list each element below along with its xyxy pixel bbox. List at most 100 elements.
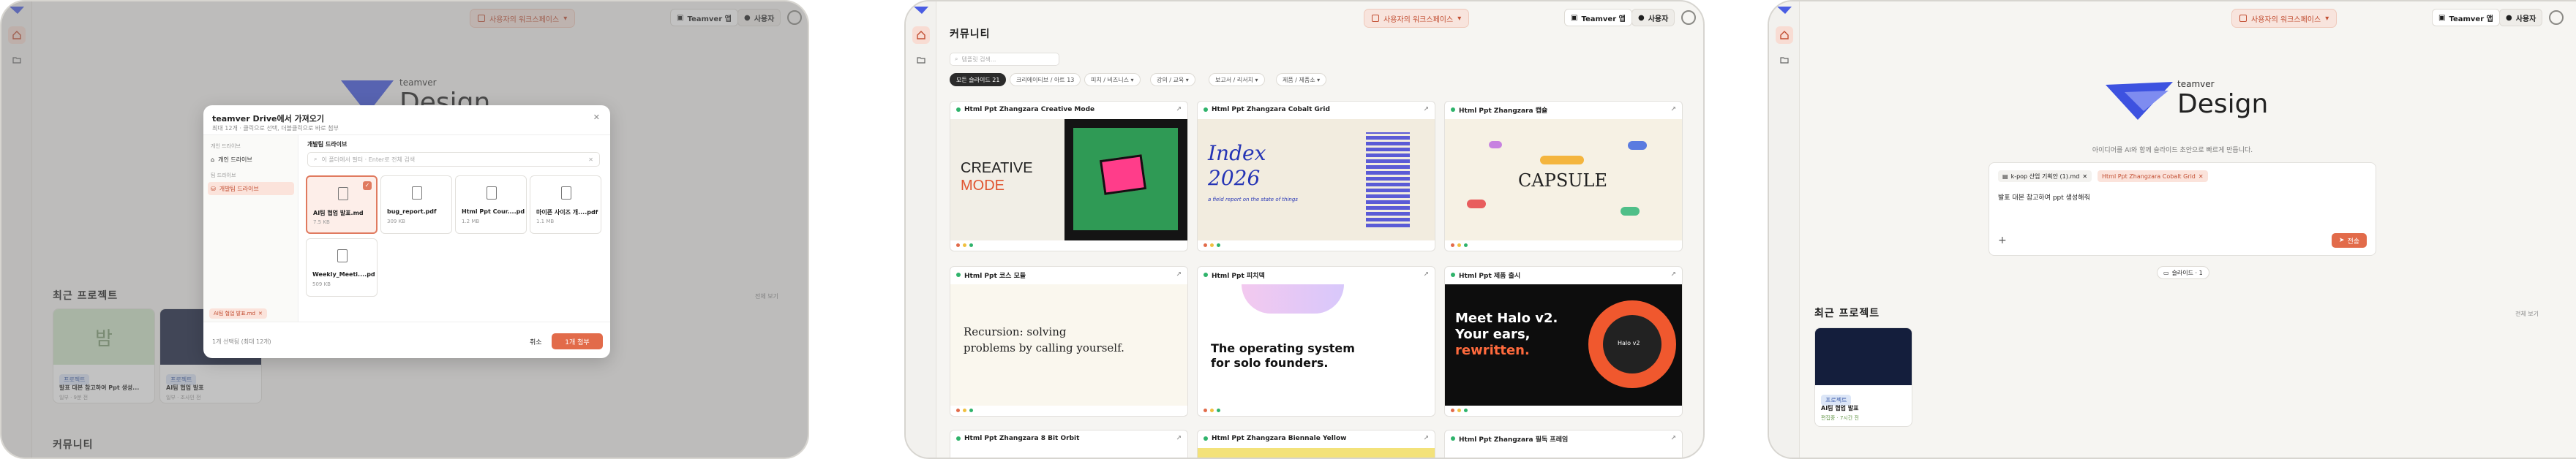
teamver-logo-icon: [1777, 7, 1792, 14]
template-search-input[interactable]: ⌕ 템플릿 검색...: [950, 53, 1059, 66]
cancel-button[interactable]: 취소: [522, 333, 549, 349]
external-link-icon[interactable]: ↗: [1176, 106, 1182, 113]
project-thumbnail: [1815, 328, 1912, 385]
prompt-input[interactable]: 발표 대본 참고하여 ppt 생성해줘: [1998, 192, 2090, 202]
template-name: Html Ppt Zhangzara 캡슐: [1459, 107, 1548, 115]
external-link-icon[interactable]: ↗: [1423, 435, 1429, 442]
app-icon: ▣: [2438, 13, 2446, 22]
personal-drive-item[interactable]: ⌂ 개인 드라이브: [208, 153, 294, 166]
filter-chip-creative[interactable]: 크리에이티브 / 아트 13: [1010, 73, 1081, 86]
external-link-icon[interactable]: ↗: [1670, 435, 1676, 442]
home-icon: [917, 31, 925, 39]
close-icon[interactable]: ✕: [593, 113, 600, 122]
workspace-selector[interactable]: 사용자의 워크스페이스 ▾: [2231, 9, 2337, 28]
home-nav-button[interactable]: [912, 26, 930, 44]
chevron-down-icon: ▾: [1457, 14, 1462, 23]
external-link-icon[interactable]: ↗: [1670, 271, 1676, 278]
folder-nav-button[interactable]: [1776, 51, 1793, 69]
template-header: Html Ppt Zhangzara 캡슐 ↗: [1445, 102, 1682, 118]
workspace-label: 사용자의 워크스페이스: [1383, 15, 1454, 24]
file-item[interactable]: Weekly_Meeti....pdf 509 KB: [306, 238, 378, 297]
workspace-label: 사용자의 워크스페이스: [2251, 15, 2321, 24]
template-card[interactable]: Html Ppt Zhangzara Cobalt Grid ↗ Index 20…: [1197, 101, 1435, 251]
user-button[interactable]: ● 사용자: [2499, 9, 2543, 26]
template-name: Html Ppt 코스 모듈: [964, 272, 1026, 280]
file-search-input[interactable]: ⌕ 이 폴더에서 필터 · Enter로 전체 검색 ✕: [307, 152, 600, 167]
settings-gear-icon[interactable]: [2549, 10, 2564, 25]
file-icon: [337, 249, 348, 262]
template-card[interactable]: Html Ppt Zhangzara Biennale Yellow ↗: [1197, 430, 1435, 458]
file-item[interactable]: ✓ AI팀 협업 발표.md 7.5 KB: [306, 175, 378, 234]
thumb-text: Index: [1208, 141, 1266, 165]
teamver-app-button[interactable]: ▣ Teamver 앱: [1564, 9, 1632, 26]
filter-chip-all[interactable]: 모든 슬라이드 21: [950, 73, 1007, 86]
filter-chip-product[interactable]: 제품 / 제품소 ▾: [1276, 73, 1327, 86]
remove-icon[interactable]: ✕: [258, 311, 263, 316]
workspace-icon: [1372, 15, 1379, 22]
view-all-link[interactable]: 전체 보기: [2515, 310, 2539, 318]
template-header: Html Ppt Zhangzara Biennale Yellow ↗: [1198, 430, 1435, 447]
status-dot: [956, 273, 961, 277]
filter-chip-pitch[interactable]: 피치 / 비즈니스 ▾: [1084, 73, 1141, 86]
filter-chip-report[interactable]: 보고서 / 리서치 ▾: [1209, 73, 1265, 86]
send-button[interactable]: ➤ 전송: [2331, 233, 2367, 248]
attached-file-chip[interactable]: AI팀 협업 발표.md ✕: [209, 308, 267, 319]
recent-project-card[interactable]: 프로젝트 AI팀 협업 발표 편집중 · 7시간 전: [1814, 327, 1912, 427]
status-dot: [1451, 273, 1455, 277]
template-card[interactable]: Html Ppt Zhangzara 8 Bit Orbit ↗: [950, 430, 1188, 458]
user-label: 사용자: [2515, 15, 2536, 23]
file-name: Weekly_Meeti....pdf: [312, 271, 375, 278]
workspace-selector[interactable]: 사용자의 워크스페이스 ▾: [1364, 9, 1470, 28]
template-header: Html Ppt Zhangzara Creative Mode ↗: [950, 102, 1187, 118]
status-dot: [1203, 436, 1208, 441]
user-icon: ●: [1638, 13, 1645, 22]
add-attachment-icon[interactable]: +: [1998, 235, 2007, 246]
external-link-icon[interactable]: ↗: [1423, 106, 1429, 113]
template-chip[interactable]: Html Ppt Zhangzara Cobalt Grid ✕: [2098, 170, 2208, 182]
home-nav-button[interactable]: [1776, 26, 1793, 44]
clear-icon[interactable]: ✕: [588, 156, 593, 163]
breadcrumb: 개발팀 드라이브: [307, 141, 348, 148]
teamver-app-button[interactable]: ▣ Teamver 앱: [2432, 9, 2500, 26]
attach-button[interactable]: 1개 첨부: [552, 333, 603, 349]
template-footer: [1203, 243, 1220, 247]
file-name: Html Ppt Cour....pdf: [462, 208, 525, 215]
folder-nav-button[interactable]: [912, 51, 930, 69]
file-item[interactable]: Html Ppt Cour....pdf 1.2 MB: [455, 175, 527, 234]
thumb-subtext: a field report on the state of things: [1208, 197, 1298, 202]
settings-gear-icon[interactable]: [1681, 10, 1696, 25]
file-size: 309 KB: [387, 219, 405, 224]
remove-icon[interactable]: ✕: [2082, 173, 2087, 180]
template-card[interactable]: Html Ppt Zhangzara 캡슐 ↗ CAPSULE: [1444, 101, 1683, 251]
user-button[interactable]: ● 사용자: [1631, 9, 1675, 26]
template-card[interactable]: Html Ppt Zhangzara Creative Mode ↗ CREATI…: [950, 101, 1188, 251]
file-name: 마이픈 사이즈 개....pdf: [536, 209, 598, 216]
search-icon: ⌕: [955, 56, 958, 62]
modal-title: teamver Drive에서 가져오기: [212, 114, 324, 124]
external-link-icon[interactable]: ↗: [1423, 271, 1429, 278]
attached-file-chip[interactable]: ▤ k-pop 산업 기획안 (1).md ✕: [1998, 170, 2092, 182]
external-link-icon[interactable]: ↗: [1176, 435, 1182, 442]
template-card[interactable]: Html Ppt Zhangzara 필독 프레임 ↗: [1444, 430, 1683, 458]
file-icon: [487, 186, 497, 200]
slides-icon: ▭: [2163, 269, 2169, 276]
template-footer: [1451, 409, 1468, 412]
filter-chip-lecture[interactable]: 강의 / 교육 ▾: [1150, 73, 1195, 86]
remove-icon[interactable]: ✕: [2198, 173, 2204, 180]
search-placeholder: 템플릿 검색...: [961, 56, 996, 63]
workspace-icon: [2239, 15, 2247, 22]
file-icon: ▤: [2002, 172, 2008, 180]
template-card[interactable]: Html Ppt 제품 출시 ↗ Meet Halo v2. Your ears,…: [1444, 266, 1683, 417]
file-chip-label: k-pop 산업 기획안 (1).md: [2010, 172, 2080, 180]
template-header: Html Ppt 피치덱 ↗: [1198, 267, 1435, 283]
template-card[interactable]: Html Ppt 피치덱 ↗ The operating system for s…: [1197, 266, 1435, 417]
file-item[interactable]: 마이픈 사이즈 개....pdf 1.1 MB: [530, 175, 601, 234]
external-link-icon[interactable]: ↗: [1176, 271, 1182, 278]
slide-count-button[interactable]: ▭ 슬라이드 · 1: [2157, 266, 2209, 279]
team-drive-item[interactable]: ⛁ 개발팀 드라이브: [208, 182, 294, 195]
external-link-icon[interactable]: ↗: [1670, 106, 1676, 113]
file-size: 509 KB: [312, 281, 331, 287]
file-item[interactable]: bug_report.pdf 309 KB: [380, 175, 452, 234]
template-card[interactable]: Html Ppt 코스 모듈 ↗ Recursion: solving probl…: [950, 266, 1188, 417]
team-drive-icon: ⛁: [211, 185, 216, 192]
